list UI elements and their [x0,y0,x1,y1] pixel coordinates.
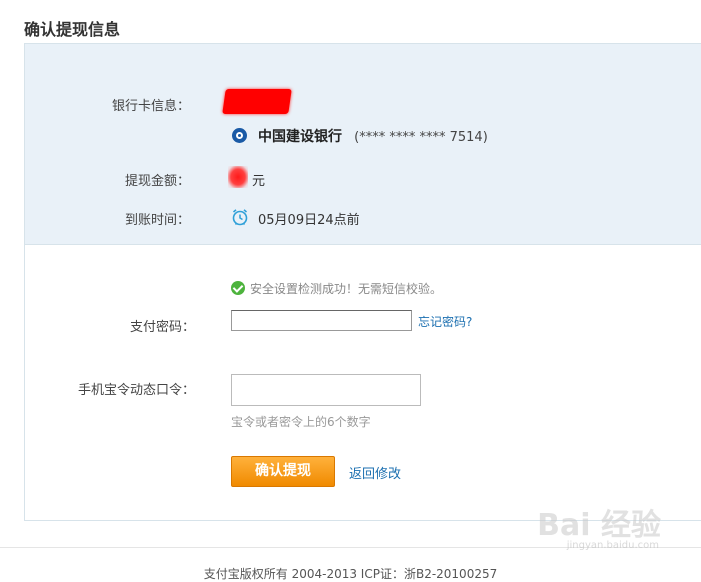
amount-unit: 元 [252,174,266,189]
alarm-clock-icon [232,209,248,226]
card-holder-redaction [222,89,292,114]
confirm-withdraw-button[interactable]: 确认提现 [231,456,335,487]
amount-label: 提现金额： [124,174,190,189]
back-to-edit-link[interactable]: 返回修改 [349,463,401,482]
arrival-time-label: 到账时间： [124,213,190,228]
withdraw-info-section: 银行卡信息： 中国建设银行 (**** **** **** 7514) 提现金额… [25,44,701,245]
card-number: (**** **** **** 7514) [354,130,488,145]
watermark-url: jingyan.baidu.com [566,540,659,551]
token-label: 手机宝令动态口令： [77,383,195,398]
withdraw-panel: 银行卡信息： 中国建设银行 (**** **** **** 7514) 提现金额… [24,43,701,521]
pay-password-input[interactable] [231,310,412,331]
pay-password-label: 支付密码： [129,320,195,335]
bank-name: 中国建设银行 [258,129,342,145]
page-title: 确认提现信息 [24,20,121,39]
forgot-password-link[interactable]: 忘记密码? [418,313,472,330]
watermark-brand: Bai 经验 [537,508,661,543]
card-info-label: 银行卡信息： [111,99,190,114]
footer-copyright: 支付宝版权所有 2004-2013 ICP证：浙B2-20100257 [203,567,498,581]
amount-redaction [228,166,248,188]
ccb-logo-icon [232,128,247,143]
arrival-time-value: 05月09日24点前 [258,213,360,228]
check-circle-icon [231,281,245,295]
security-check-message: 安全设置检测成功！无需短信校验。 [250,282,443,296]
dynamic-token-input[interactable] [231,374,421,406]
token-hint: 宝令或者密令上的6个数字 [231,415,371,429]
